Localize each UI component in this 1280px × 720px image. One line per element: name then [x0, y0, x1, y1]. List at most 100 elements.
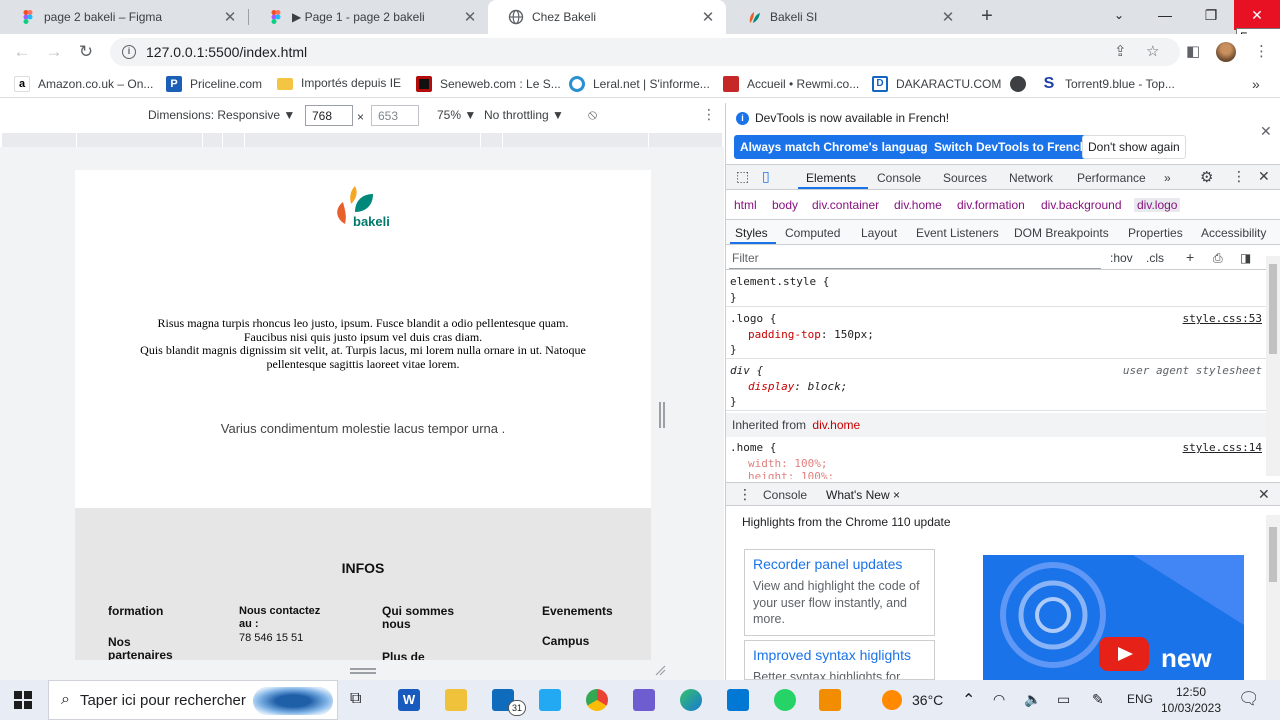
- whatsapp-icon[interactable]: [774, 689, 796, 711]
- new-tab-button[interactable]: +: [976, 5, 998, 27]
- bookmark-star-icon[interactable]: ☆: [1146, 42, 1159, 60]
- task-view-icon[interactable]: ⧉: [350, 690, 361, 708]
- crumb-home[interactable]: div.home: [894, 198, 942, 212]
- link-qui-sommes-nous[interactable]: Qui sommes nous: [382, 605, 462, 631]
- computed-sidebar-icon[interactable]: ◨: [1240, 251, 1251, 265]
- forward-icon[interactable]: →: [42, 40, 66, 64]
- width-input[interactable]: [305, 105, 353, 126]
- card-title[interactable]: Recorder panel updates: [753, 556, 926, 572]
- subtab-event-listeners[interactable]: Event Listeners: [916, 226, 999, 240]
- tab-search-chevron-icon[interactable]: ⌄: [1096, 0, 1142, 30]
- back-icon[interactable]: ←: [10, 40, 34, 64]
- subtab-layout[interactable]: Layout: [861, 226, 897, 240]
- rule-logo[interactable]: .logo { style.css:53 padding-top: 150px;…: [726, 308, 1266, 359]
- tab-close-icon[interactable]: ✕: [940, 8, 956, 26]
- dimensions-dropdown[interactable]: Dimensions: Responsive ▼: [148, 108, 295, 122]
- close-window-button[interactable]: ✕: [1234, 0, 1280, 30]
- tab-elements[interactable]: Elements: [806, 171, 856, 185]
- tab-network[interactable]: Network: [1009, 171, 1053, 185]
- tab-performance[interactable]: Performance: [1077, 171, 1146, 185]
- new-rule-icon[interactable]: +: [1186, 249, 1194, 265]
- side-panel-icon[interactable]: ◧: [1186, 42, 1200, 60]
- settings-gear-icon[interactable]: ⚙: [1200, 168, 1213, 186]
- link-plus-de[interactable]: Plus de: [382, 651, 425, 661]
- devtools-close-icon[interactable]: ✕: [1258, 168, 1270, 185]
- tab-figma-2[interactable]: ▶ Page 1 - page 2 bakeli ✕: [248, 0, 488, 34]
- bookmark-priceline[interactable]: P Priceline.com: [166, 76, 262, 92]
- banner-close-icon[interactable]: ✕: [1260, 123, 1272, 140]
- tab-sources[interactable]: Sources: [943, 171, 987, 185]
- tab-close-icon[interactable]: ✕: [222, 8, 238, 26]
- card-title[interactable]: Improved syntax higlights: [753, 647, 926, 663]
- height-input[interactable]: [371, 105, 419, 126]
- site-info-icon[interactable]: i: [122, 45, 136, 59]
- reload-icon[interactable]: ↻: [74, 40, 98, 64]
- word-icon[interactable]: W: [398, 689, 420, 711]
- tab-console[interactable]: Console: [877, 171, 921, 185]
- file-explorer-icon[interactable]: [445, 689, 467, 711]
- link-evenements[interactable]: Evenements: [542, 605, 613, 618]
- bookmark-amazon[interactable]: a Amazon.co.uk – On...: [14, 76, 153, 92]
- share-icon[interactable]: ⇪: [1114, 42, 1127, 60]
- crumb-html[interactable]: html: [734, 198, 757, 212]
- whats-new-card[interactable]: Recorder panel updates View and highligh…: [744, 549, 935, 636]
- drawer-close-icon[interactable]: ✕: [1258, 486, 1270, 503]
- dont-show-again-button[interactable]: Don't show again: [1082, 135, 1186, 159]
- tab-chez-bakeli[interactable]: Chez Bakeli ✕: [488, 0, 726, 34]
- device-toggle-icon[interactable]: ▯: [762, 168, 770, 185]
- bookmark-globe[interactable]: [1010, 76, 1034, 92]
- language-indicator[interactable]: ENG: [1127, 692, 1153, 706]
- bookmark-dakaractu[interactable]: D DAKARACTU.COM: [872, 76, 1001, 92]
- switch-french-button[interactable]: Switch DevTools to French: [928, 135, 1094, 159]
- bookmark-seneweb[interactable]: Seneweb.com : Le S...: [416, 76, 561, 92]
- tray-chevron-icon[interactable]: ⌃: [962, 690, 975, 710]
- store-icon[interactable]: [727, 689, 749, 711]
- drawer-tab-console[interactable]: Console: [763, 488, 807, 502]
- bookmark-folder-ie[interactable]: Importés depuis IE: [277, 76, 401, 90]
- notifications-icon[interactable]: 🗨: [1238, 689, 1260, 709]
- address-bar[interactable]: i 127.0.0.1:5500/index.html: [110, 38, 1180, 66]
- youtube-play-icon[interactable]: [1099, 637, 1149, 671]
- clock[interactable]: 12:50 10/03/2023: [1160, 684, 1222, 716]
- resize-handle-right[interactable]: [659, 402, 665, 428]
- link-formation[interactable]: formation: [108, 605, 163, 618]
- property-name[interactable]: padding-top: [748, 328, 821, 341]
- volume-icon[interactable]: 🔈: [1024, 691, 1041, 708]
- whats-new-scrollbar[interactable]: [1266, 515, 1280, 680]
- tabs-overflow-icon[interactable]: »: [1164, 171, 1171, 185]
- rule-home[interactable]: .home { style.css:14 width: 100%; height…: [726, 437, 1266, 479]
- bookmark-leral[interactable]: Leral.net | S'informe...: [569, 76, 710, 92]
- battery-icon[interactable]: ▭: [1057, 691, 1070, 708]
- rotate-icon[interactable]: ⦸: [588, 106, 597, 123]
- zoom-dropdown[interactable]: 75% ▼: [437, 108, 476, 122]
- media-query-ruler[interactable]: [2, 133, 722, 147]
- rule-element-style[interactable]: element.style { }: [726, 271, 1266, 307]
- resize-corner-icon[interactable]: [654, 664, 666, 676]
- resize-handle-bottom[interactable]: [350, 668, 376, 674]
- weather-sun-icon[interactable]: [882, 690, 902, 710]
- throttling-dropdown[interactable]: No throttling ▼: [484, 108, 564, 122]
- drawer-tab-whats-new[interactable]: What's New ×: [826, 488, 900, 502]
- source-link[interactable]: style.css:53: [1183, 312, 1262, 325]
- crumb-background[interactable]: div.background: [1041, 198, 1122, 212]
- network-icon[interactable]: ◠: [993, 691, 1005, 708]
- source-link[interactable]: style.css:14: [1183, 441, 1262, 454]
- inspect-icon[interactable]: ⬚: [736, 168, 749, 185]
- tab-close-icon[interactable]: ✕: [700, 8, 716, 26]
- chrome-menu-icon[interactable]: ⋮: [1254, 42, 1269, 60]
- crumb-formation[interactable]: div.formation: [957, 198, 1025, 212]
- crumb-container[interactable]: div.container: [812, 198, 879, 212]
- styles-scrollbar[interactable]: [1266, 256, 1280, 476]
- app-icon[interactable]: [633, 689, 655, 711]
- match-language-button[interactable]: Always match Chrome's language: [734, 135, 941, 159]
- restore-button[interactable]: ❐: [1188, 0, 1234, 30]
- drawer-menu-icon[interactable]: ⋮: [738, 486, 752, 503]
- subtab-properties[interactable]: Properties: [1128, 226, 1183, 240]
- subtab-dom-breakpoints[interactable]: DOM Breakpoints: [1014, 226, 1109, 240]
- bookmark-rewmi[interactable]: Accueil • Rewmi.co...: [723, 76, 859, 92]
- whats-new-video[interactable]: new: [983, 555, 1244, 680]
- link-campus[interactable]: Campus: [542, 635, 589, 648]
- vscode-icon[interactable]: [539, 689, 561, 711]
- filter-input[interactable]: [729, 247, 1101, 269]
- cls-toggle[interactable]: .cls: [1146, 251, 1164, 265]
